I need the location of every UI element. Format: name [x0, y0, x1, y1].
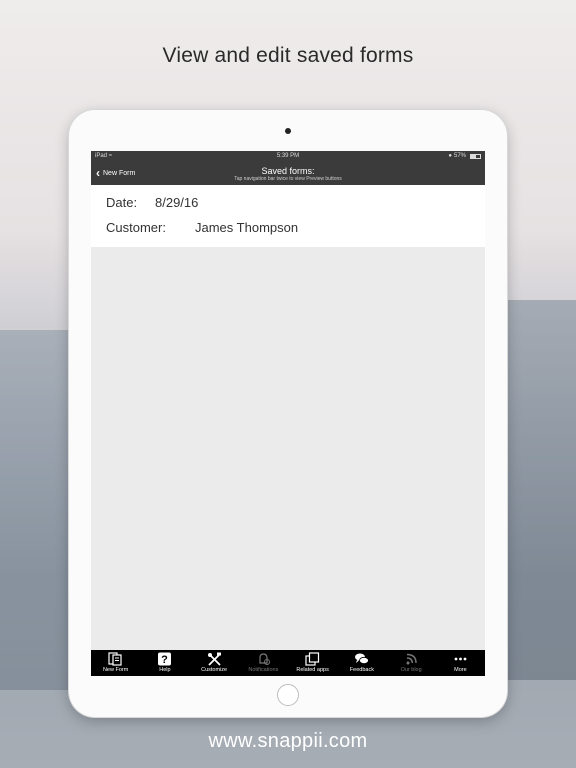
app-screen: iPad ≈ 5:39 PM ● 57% ‹ New Form Saved fo… [91, 151, 485, 676]
tab-customize[interactable]: Customize [190, 650, 239, 676]
feedback-chat-icon [355, 653, 370, 665]
tab-label: New Form [102, 667, 129, 673]
customer-label: Customer: [106, 220, 166, 235]
tab-label: Customize [201, 667, 228, 673]
help-icon: ? [158, 652, 172, 666]
nav-subtitle: Tap navigation bar twice to view Preview… [234, 176, 342, 182]
battery-icon [470, 154, 481, 159]
new-form-icon [108, 652, 122, 666]
camera-icon [285, 128, 291, 134]
tab-more[interactable]: More [436, 650, 485, 676]
status-time: 5:39 PM [276, 153, 300, 159]
home-button[interactable] [277, 684, 299, 706]
saved-form-item[interactable]: Date: 8/29/16 Customer: James Thompson [91, 185, 485, 247]
tab-label: More [454, 667, 467, 673]
tab-label: Our blog [400, 667, 422, 673]
tab-label: Notifications [248, 667, 279, 673]
nav-title: Saved forms: [261, 166, 315, 176]
date-label: Date: [106, 195, 138, 210]
customize-tools-icon [207, 652, 221, 666]
svg-text:?: ? [162, 654, 169, 666]
more-dots-icon [454, 657, 467, 661]
tab-label: Help [159, 667, 171, 673]
tab-notifications[interactable]: Notifications [239, 650, 288, 676]
background-building-left [0, 330, 80, 690]
status-bar: iPad ≈ 5:39 PM ● 57% [91, 151, 485, 162]
page-headline: View and edit saved forms [162, 44, 414, 67]
tab-related-apps[interactable]: Related apps [288, 650, 337, 676]
notifications-icon [259, 653, 270, 665]
date-row: Date: 8/29/16 [106, 195, 198, 210]
customer-value: James Thompson [195, 220, 299, 235]
tab-help[interactable]: ? Help [140, 650, 189, 676]
navigation-bar[interactable]: ‹ New Form Saved forms: Tap navigation b… [91, 162, 485, 185]
footer-url: www.snappii.com [208, 730, 368, 752]
location-icon: ● [448, 153, 452, 159]
related-apps-icon [305, 652, 320, 666]
battery-percent: 57% [453, 153, 466, 159]
tab-our-blog[interactable]: Our blog [387, 650, 436, 676]
date-value: 8/29/16 [155, 195, 199, 210]
tab-new-form[interactable]: New Form [91, 650, 140, 676]
tab-feedback[interactable]: Feedback [337, 650, 386, 676]
ipad-device-frame: iPad ≈ 5:39 PM ● 57% ‹ New Form Saved fo… [69, 110, 507, 717]
customer-row: Customer: James Thompson [106, 220, 298, 235]
bottom-tab-bar: New Form ? Help Customize Notifications … [91, 650, 485, 676]
rss-icon [406, 653, 417, 665]
tab-label: Feedback [349, 667, 374, 673]
status-right: ● 57% [448, 151, 481, 162]
tab-label: Related apps [296, 667, 329, 673]
